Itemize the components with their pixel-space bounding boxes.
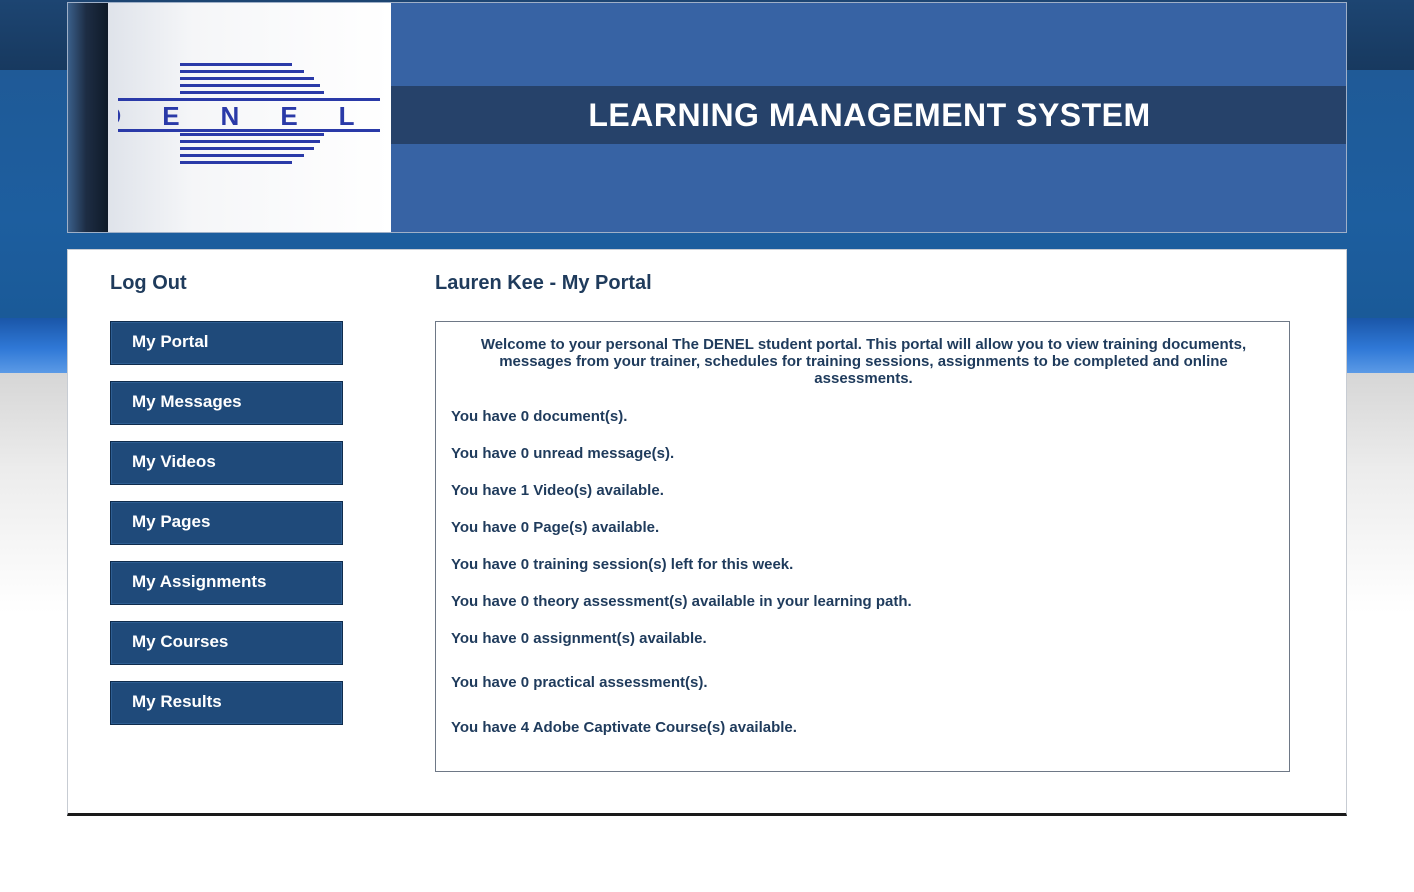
sidebar-item-my-portal[interactable]: My Portal <box>110 321 343 365</box>
sidebar-item-my-results[interactable]: My Results <box>110 681 343 725</box>
stat-videos: You have 1 Video(s) available. <box>451 482 664 499</box>
stat-unread-messages: You have 0 unread message(s). <box>451 445 675 462</box>
logo-panel: DENEL <box>108 3 391 232</box>
stat-assignments: You have 0 assignment(s) available. <box>451 630 707 647</box>
sidebar-item-my-courses[interactable]: My Courses <box>110 621 343 665</box>
logout-link[interactable]: Log Out <box>110 272 187 295</box>
sidebar-item-my-pages[interactable]: My Pages <box>110 501 343 545</box>
denel-logo-wordmark: DENEL <box>118 101 383 131</box>
portal-heading: Lauren Kee - My Portal <box>435 272 652 294</box>
main-panel: Log Out My Portal My Messages My Videos … <box>67 249 1347 816</box>
sidebar-item-my-assignments[interactable]: My Assignments <box>110 561 343 605</box>
sidebar-item-my-videos[interactable]: My Videos <box>110 441 343 485</box>
page-title: LEARNING MANAGEMENT SYSTEM <box>588 97 1151 133</box>
sidebar-item-my-messages[interactable]: My Messages <box>110 381 343 425</box>
stat-documents: You have 0 document(s). <box>451 408 628 425</box>
site-header: DENEL LEARNING MANAGEMENT SYSTEM <box>67 2 1347 233</box>
portal-summary-box: Welcome to your personal The DENEL stude… <box>435 321 1290 772</box>
stat-theory-assessments: You have 0 theory assessment(s) availabl… <box>451 593 912 610</box>
stat-captivate-courses: You have 4 Adobe Captivate Course(s) ava… <box>451 719 797 736</box>
denel-logo: DENEL <box>118 63 383 164</box>
stat-practical-assessments: You have 0 practical assessment(s). <box>451 674 708 691</box>
sidebar-nav: My Portal My Messages My Videos My Pages… <box>110 321 343 741</box>
stat-training-sessions: You have 0 training session(s) left for … <box>451 556 794 573</box>
stat-pages: You have 0 Page(s) available. <box>451 519 660 536</box>
header-swoosh-decoration <box>68 3 108 232</box>
welcome-message: Welcome to your personal The DENEL stude… <box>480 336 1247 387</box>
header-title-band: LEARNING MANAGEMENT SYSTEM <box>391 86 1346 144</box>
